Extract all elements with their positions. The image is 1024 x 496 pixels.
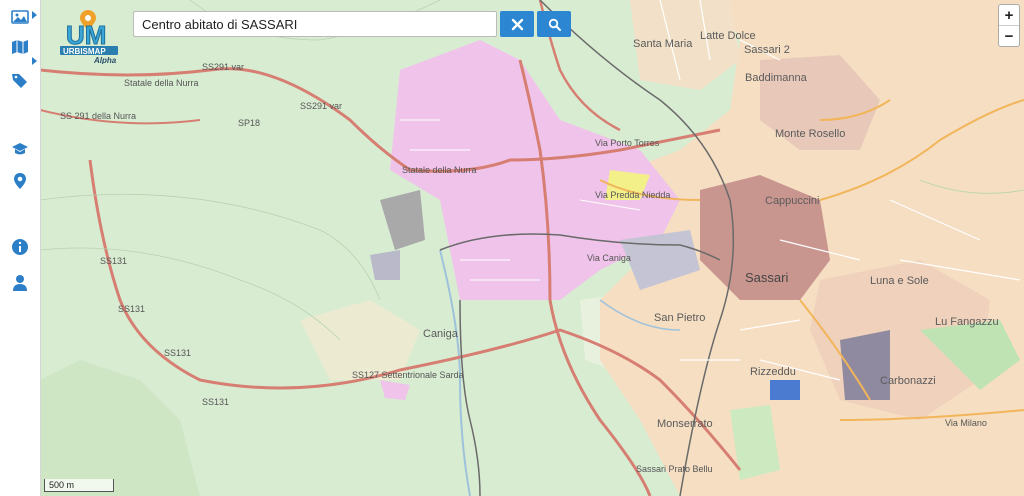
image-icon xyxy=(11,10,29,24)
map-label-san-pietro: San Pietro xyxy=(654,312,706,324)
sidebar-item-map[interactable] xyxy=(0,32,40,65)
map-marker-icon xyxy=(14,173,26,189)
map-label-sp18: SP18 xyxy=(238,118,261,128)
info-icon xyxy=(12,239,28,255)
close-icon xyxy=(511,18,523,30)
graduation-cap-icon xyxy=(12,143,28,155)
map-icon xyxy=(12,40,28,54)
map-label-carbonazzi: Carbonazzi xyxy=(880,375,936,387)
sidebar-item-image[interactable] xyxy=(0,2,40,32)
zoom-out-button[interactable]: − xyxy=(999,25,1019,46)
map-canvas[interactable]: Sassari Cappuccini Luna e Sole Carbonazz… xyxy=(40,0,1024,496)
map-label-cappuccini: Cappuccini xyxy=(765,195,820,207)
search-input[interactable] xyxy=(133,11,497,37)
map-label-ss131: SS131 xyxy=(100,256,128,266)
map-label-luna-sole: Luna e Sole xyxy=(870,275,929,287)
map-label-lu-fangazzu: Lu Fangazzu xyxy=(935,316,999,328)
map-label-ss291: SS 291 della Nurra xyxy=(60,111,137,121)
map-label-ss131c: SS131 xyxy=(164,348,192,358)
chevron-right-icon xyxy=(32,57,37,65)
map-label-monserrato: Monserrato xyxy=(657,418,713,430)
map-label-baddimanna: Baddimanna xyxy=(745,72,807,84)
sidebar-item-location[interactable] xyxy=(0,166,40,196)
map-label-ss131b: SS131 xyxy=(118,304,146,314)
map-label-ss291var: SS291 var xyxy=(202,62,245,72)
zoom-in-button[interactable]: + xyxy=(999,5,1019,25)
map-label-sassari2: Sassari 2 xyxy=(744,44,790,56)
basemap xyxy=(40,0,1024,496)
map-label-ss127: SS127 Settentrionale Sarda xyxy=(352,370,464,380)
logo-um-text: UM xyxy=(66,20,106,50)
sidebar-item-tags[interactable] xyxy=(0,66,40,96)
map-label-sassari-prato: Sassari Prato Bellu xyxy=(636,464,713,474)
map-label-via-predda: Via Predda Niedda xyxy=(595,190,671,200)
search-icon xyxy=(548,18,561,31)
search-button[interactable] xyxy=(537,11,571,37)
logo-alpha-text: Alpha xyxy=(93,56,117,64)
map-label-rizzeddu: Rizzeddu xyxy=(750,366,796,378)
urbismap-logo: UM URBISMAP Alpha xyxy=(58,8,126,65)
sidebar-item-user[interactable] xyxy=(0,268,40,298)
user-icon xyxy=(13,275,27,291)
map-label-ss131d: SS131 xyxy=(202,397,230,407)
map-label-via-milano: Via Milano xyxy=(945,418,987,428)
search-bar xyxy=(133,11,571,37)
clear-search-button[interactable] xyxy=(500,11,534,37)
map-label-via-caniga: Via Caniga xyxy=(587,253,631,263)
scale-bar: 500 m xyxy=(44,479,114,492)
logo-urbismap-text: URBISMAP xyxy=(63,47,106,56)
zoom-control: + − xyxy=(998,4,1020,47)
map-label-statale-nurra2: Statale della Nurra xyxy=(402,165,477,175)
chevron-right-icon xyxy=(32,11,37,19)
tag-icon xyxy=(12,74,27,88)
map-label-monte-rosello: Monte Rosello xyxy=(775,128,846,140)
logo-graphic: UM URBISMAP Alpha xyxy=(60,10,118,65)
sidebar xyxy=(0,0,41,496)
sidebar-item-education[interactable] xyxy=(0,134,40,164)
map-label-latte-dolce: Latte Dolce xyxy=(700,30,756,42)
map-label-ss291var2: SS291 var xyxy=(300,101,343,111)
map-label-sassari: Sassari xyxy=(745,270,789,285)
map-label-caniga: Caniga xyxy=(423,328,458,340)
sidebar-item-info[interactable] xyxy=(0,232,40,262)
map-label-via-porto-torres: Via Porto Torres xyxy=(595,138,660,148)
map-label-santa-maria: Santa Maria xyxy=(633,38,693,50)
map-label-statale-nurra: Statale della Nurra xyxy=(124,78,199,88)
